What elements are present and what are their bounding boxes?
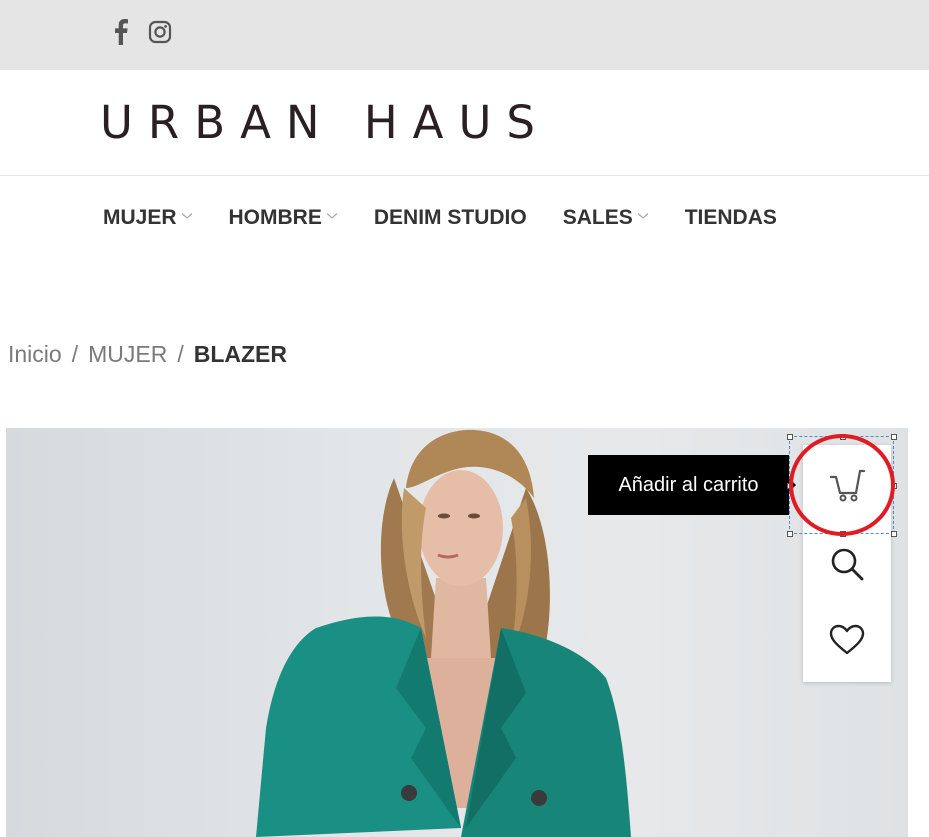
highlight-circle-annotation: [789, 434, 895, 536]
nav-item-denim-studio[interactable]: DENIM STUDIO: [374, 206, 527, 230]
nav-item-label: DENIM STUDIO: [373, 206, 527, 229]
nav-item-label: MUJER: [103, 206, 177, 229]
breadcrumb-category[interactable]: MUJER: [88, 341, 167, 367]
breadcrumb: Inicio / MUJER / BLAZER: [8, 341, 287, 368]
nav-item-label: TIENDAS: [684, 206, 777, 229]
main-nav: MUJER HOMBRE DENIM STUDIO SALES TIENDAS: [103, 206, 813, 230]
selection-handle[interactable]: [891, 434, 897, 440]
breadcrumb-separator: /: [71, 341, 79, 367]
site-logo[interactable]: URBAN HAUS: [100, 97, 550, 149]
selection-handle[interactable]: [787, 531, 793, 537]
instagram-icon[interactable]: [147, 18, 173, 46]
nav-item-label: HOMBRE: [228, 206, 322, 229]
top-bar: [0, 0, 929, 70]
site-header: URBAN HAUS: [0, 70, 929, 176]
nav-item-hombre[interactable]: HOMBRE: [229, 206, 338, 230]
selection-handle[interactable]: [891, 531, 897, 537]
nav-item-tiendas[interactable]: TIENDAS: [685, 206, 777, 230]
add-to-wishlist-button[interactable]: [803, 605, 891, 675]
nav-item-mujer[interactable]: MUJER: [103, 206, 193, 230]
selection-handle[interactable]: [787, 434, 793, 440]
nav-item-sales[interactable]: SALES: [563, 206, 649, 230]
chevron-down-icon: [326, 213, 338, 219]
heart-icon: [829, 624, 865, 655]
nav-item-label: SALES: [562, 206, 633, 229]
chevron-down-icon: [637, 213, 649, 219]
chevron-down-icon: [181, 213, 192, 219]
facebook-icon[interactable]: [108, 18, 134, 46]
breadcrumb-current: BLAZER: [193, 341, 287, 367]
add-to-cart-tooltip: Añadir al carrito: [588, 455, 789, 515]
search-icon: [831, 548, 864, 581]
quick-view-button[interactable]: [803, 529, 891, 599]
breadcrumb-separator: /: [177, 341, 184, 367]
breadcrumb-home[interactable]: Inicio: [8, 341, 62, 367]
